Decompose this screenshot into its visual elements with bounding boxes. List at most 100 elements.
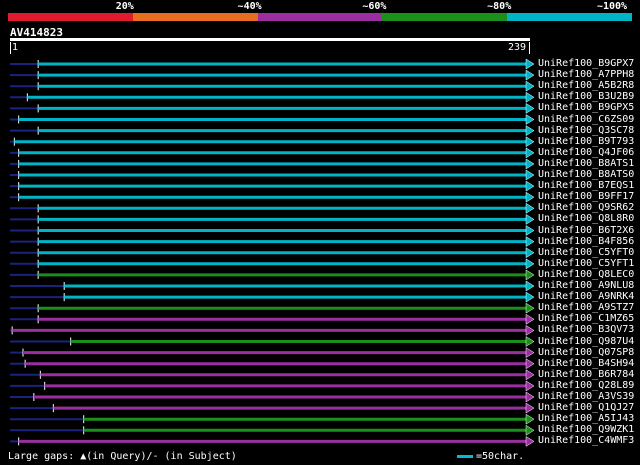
hit-row[interactable] [10,413,535,425]
hit-arrow [525,247,535,259]
hit-row[interactable] [10,180,535,192]
hit-arrow [525,413,535,425]
hit-label[interactable]: UniRef100_A3VS39 [538,391,634,402]
hit-label[interactable]: UniRef100_Q28L89 [538,380,634,391]
hit-arrow [525,125,535,137]
hit-arrow [525,191,535,203]
hit-label[interactable]: UniRef100_Q9SR62 [538,202,634,213]
hit-row[interactable] [10,435,535,447]
hit-arrow [525,302,535,314]
hit-arrow [525,336,535,347]
hit-arrow [525,258,535,270]
hit-label[interactable]: UniRef100_B3U2B9 [538,91,634,102]
hit-label[interactable]: UniRef100_B9GPX5 [538,102,634,113]
hit-arrow [525,324,535,336]
scale-swatch [457,455,473,458]
hit-arrow [525,313,535,325]
hit-row[interactable] [10,424,535,436]
hit-label[interactable]: UniRef100_B7EQS1 [538,180,634,191]
hit-row[interactable] [10,169,535,181]
gap-legend-text: Large gaps: ▲(in Query)/- (in Subject) [8,451,237,462]
hit-label[interactable]: UniRef100_B9FF17 [538,191,634,202]
hit-row[interactable] [10,269,535,281]
hit-row[interactable] [10,58,535,70]
hit-label[interactable]: UniRef100_B4F856 [538,236,634,247]
hit-row[interactable] [10,213,535,225]
hit-label[interactable]: UniRef100_Q987U4 [538,336,634,347]
hit-arrow [525,180,535,192]
hit-row[interactable] [10,313,535,325]
hit-label[interactable]: UniRef100_C5YFT0 [538,247,634,258]
hit-label[interactable]: UniRef100_B3QV73 [538,324,634,335]
hit-label[interactable]: UniRef100_A9STZ7 [538,302,634,313]
hit-label[interactable]: UniRef100_B9GPX7 [538,58,634,69]
hit-arrow [525,202,535,214]
hit-label[interactable]: UniRef100_Q1QJ27 [538,402,634,413]
hit-row[interactable] [10,80,535,92]
hit-label[interactable]: UniRef100_Q8LEC0 [538,269,634,280]
hit-label[interactable]: UniRef100_B8ATS1 [538,158,634,169]
hit-arrow [525,369,535,381]
hit-row[interactable] [10,202,535,214]
hit-label[interactable]: UniRef100_A9NLU8 [538,280,634,291]
hit-label[interactable]: UniRef100_A9NRK4 [538,291,634,302]
hit-row[interactable] [10,136,535,148]
hit-row[interactable] [10,247,535,259]
hit-label[interactable]: UniRef100_B9T793 [538,136,634,147]
hit-row[interactable] [10,391,535,403]
hit-arrow [525,424,535,436]
hit-row[interactable] [10,336,535,347]
hit-label[interactable]: UniRef100_C1MZ65 [538,313,634,324]
hit-label[interactable]: UniRef100_B6R784 [538,369,634,380]
hit-row[interactable] [10,69,535,81]
hit-label[interactable]: UniRef100_Q8L8R0 [538,213,634,224]
hit-label[interactable]: UniRef100_B8ATS0 [538,169,634,180]
hit-label[interactable]: UniRef100_A5IJ43 [538,413,634,424]
hit-row[interactable] [10,258,535,270]
hit-row[interactable] [10,147,535,159]
hit-label[interactable]: UniRef100_C6ZS09 [538,114,634,125]
hit-arrow [525,91,535,103]
hit-row[interactable] [10,402,535,414]
hit-arrow [525,269,535,281]
hit-label[interactable]: UniRef100_Q3SC78 [538,125,634,136]
hit-row[interactable] [10,225,535,236]
hit-arrow [525,102,535,114]
hit-row[interactable] [10,324,535,336]
hit-arrow [525,435,535,447]
hit-row[interactable] [10,291,535,303]
hit-row[interactable] [10,114,535,125]
hit-label[interactable]: UniRef100_C5YFT1 [538,258,634,269]
hit-arrow [525,280,535,292]
hit-row[interactable] [10,91,535,103]
hit-row[interactable] [10,347,535,359]
hit-label[interactable]: UniRef100_B6T2X6 [538,225,634,236]
hit-label[interactable]: UniRef100_B4SH94 [538,358,634,369]
hit-arrow [525,158,535,170]
hit-row[interactable] [10,302,535,314]
hit-row[interactable] [10,236,535,248]
hit-label[interactable]: UniRef100_Q9WZK1 [538,424,634,435]
hit-row[interactable] [10,125,535,137]
hit-row[interactable] [10,158,535,170]
hit-row[interactable] [10,369,535,381]
hit-arrow [525,69,535,81]
hit-arrow [525,80,535,92]
hit-row[interactable] [10,191,535,203]
hit-label[interactable]: UniRef100_A7PPH8 [538,69,634,80]
hit-arrow [525,236,535,248]
hit-row[interactable] [10,102,535,114]
hit-row[interactable] [10,380,535,392]
hit-label[interactable]: UniRef100_Q4JF06 [538,147,634,158]
hit-arrow [525,380,535,392]
hit-row[interactable] [10,358,535,370]
scale-label: =50char. [476,451,525,462]
hit-label[interactable]: UniRef100_C4WMF3 [538,435,634,446]
hit-label[interactable]: UniRef100_Q07SP8 [538,347,634,358]
hit-row[interactable] [10,280,535,292]
hit-arrow [525,225,535,236]
hit-arrow [525,58,535,70]
hit-label[interactable]: UniRef100_A5B2R8 [538,80,634,91]
hit-arrow [525,291,535,303]
hit-arrow [525,147,535,159]
